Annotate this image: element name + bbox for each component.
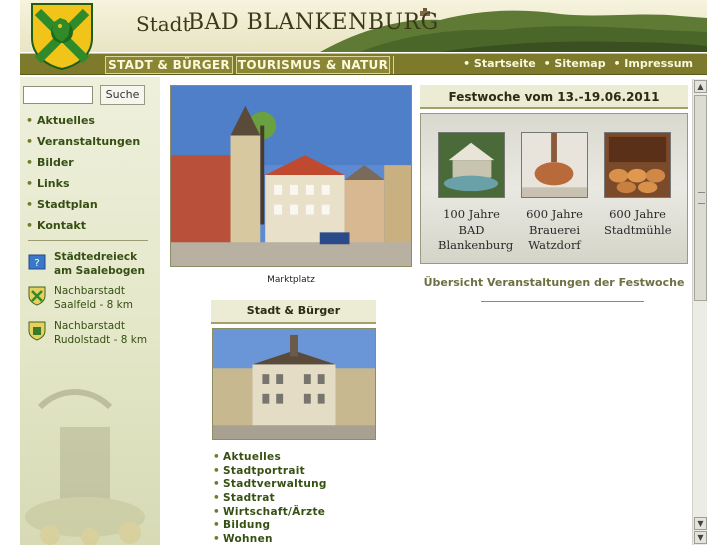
crest-icon [28,286,46,306]
festwoche-banner[interactable]: 100 Jahre BAD Blankenburg 600 Jahre Brauere… [420,113,688,264]
scroll-up-arrow-icon[interactable]: ▲ [694,80,707,93]
brew-kettle-image [521,132,588,198]
sidebar-item-label: Aktuelles [37,114,95,127]
submenu-item-label: Stadtportrait [223,464,305,477]
site-header: Stadt BAD BLANKENBURG [20,0,707,52]
link-line-1: Nachbarstadt [54,285,125,297]
fw-line-2: BAD [458,222,485,237]
submenu-item-label: Stadtverwaltung [223,478,327,491]
map-icon: ? [28,254,46,270]
header-title: BAD BLANKENBURG [188,10,439,35]
scroll-grip-icon [698,192,705,204]
top-links: • Startseite • Sitemap • Impressum [459,57,693,70]
saalfeld-link[interactable]: Nachbarstadt Saalfeld - 8 km [28,284,158,314]
sidebar-item-label: Stadtplan [37,198,98,211]
bullet: • [26,177,34,190]
submenu-item-label: Bildung [223,519,271,532]
submenu-item-stadtportrait[interactable]: • Stadtportrait [213,465,327,479]
nav-separator [393,56,395,74]
scroll-down-arrow-icon[interactable]: ▼ [694,531,707,544]
fw-line-2: Stadtmühle [604,222,672,237]
sidebar-divider [28,240,148,241]
nav-tab-tourismus-natur[interactable]: TOURISMUS & NATUR [236,56,390,74]
right-divider [481,301,644,302]
coat-of-arms-logo[interactable] [30,2,94,70]
bullet: • [26,219,34,232]
scroll-down-arrow-icon[interactable]: ▼ [694,517,707,530]
section-title-stadt-buerger: Stadt & Bürger [211,300,376,324]
fountain-pavilion-image [438,132,505,198]
startseite-link[interactable]: • Startseite [463,57,536,70]
submenu-item-label: Wohnen [223,533,273,545]
svg-text:?: ? [34,258,39,269]
sidebar-item-label: Kontakt [37,219,87,232]
scroll-thumb[interactable] [694,95,707,301]
submenu-item-stadtverwaltung[interactable]: • Stadtverwaltung [213,478,327,492]
submenu-item-label: Aktuelles [223,451,282,463]
left-sidebar: Suche • Aktuelles • Veranstaltungen • Bilde… [20,77,160,545]
sidebar-item-label: Veranstaltungen [37,135,141,148]
submenu-item-label: Wirtschaft/Ärzte [223,505,326,518]
stadt-buerger-submenu: • Aktuelles • Stadtportrait • Stadtverwaltu… [213,451,327,545]
bullet: • [213,464,221,477]
bullet: • [213,519,221,532]
festwoche-item-stadt: 100 Jahre BAD Blankenburg [438,132,514,254]
bullet: • [26,135,34,148]
sidebar-item-label: Bilder [37,156,74,169]
staedtedreieck-link[interactable]: ? Städtedreieck am Saalebogen [28,250,158,280]
search-button[interactable]: Suche [100,85,145,105]
sidebar-item-veranstaltungen[interactable]: • Veranstaltungen [26,134,140,155]
fountain-background-image [25,389,145,545]
bullet: • [213,451,221,463]
sidebar-item-label: Links [37,177,70,190]
link-line-2: Saalfeld - 8 km [54,299,133,311]
submenu-item-bildung[interactable]: • Bildung [213,519,327,533]
bullet: • [213,492,221,505]
page-scrollbar[interactable]: ▲ ▼ ▼ [692,79,707,545]
fw-line-1: 100 Jahre [443,207,500,221]
submenu-item-wirtschaft-aerzte[interactable]: • Wirtschaft/Ärzte [213,506,327,520]
bullet: • [213,505,221,518]
impressum-link[interactable]: • Impressum [613,57,693,70]
link-line-2: Rudolstadt - 8 km [54,334,148,346]
photo-caption: Marktplatz [267,275,315,285]
bullet: • [26,156,34,169]
bread-loaves-image [604,132,671,198]
fw-line-2: Brauerei [529,222,580,237]
fw-line-1: 600 Jahre [609,207,666,221]
festwoche-title: Festwoche vom 13.-19.06.2011 [420,85,688,109]
sitemap-link[interactable]: • Sitemap [544,57,606,70]
submenu-item-stadtrat[interactable]: • Stadtrat [213,492,327,506]
bullet: • [26,198,34,211]
fw-line-3: Watzdorf [528,238,581,252]
bullet: • [213,533,221,545]
link-line-2: am Saalebogen [54,265,145,277]
main-navigation: STADT & BÜRGER TOURISMUS & NATUR • Start… [20,53,707,75]
rathaus-photo[interactable] [212,328,376,440]
fw-line-1: 600 Jahre [526,207,583,221]
festwoche-item-stadtmuehle: 600 Jahre Stadtmühle [604,132,672,238]
sidebar-item-links[interactable]: • Links [26,176,140,197]
rudolstadt-link[interactable]: Nachbarstadt Rudolstadt - 8 km [28,319,158,349]
submenu-item-aktuelles[interactable]: • Aktuelles [213,451,327,465]
search-input[interactable] [23,86,93,104]
festwoche-item-brauerei: 600 Jahre Brauerei Watzdorf [521,132,588,254]
crest-icon [28,321,46,341]
sidebar-item-stadtplan[interactable]: • Stadtplan [26,197,140,218]
nav-tab-stadt-buerger[interactable]: STADT & BÜRGER [105,56,233,74]
header-title-prefix: Stadt [136,12,191,36]
festwoche-overview-link[interactable]: Übersicht Veranstaltungen der Festwoche [420,276,688,289]
submenu-item-label: Stadtrat [223,492,275,505]
fw-line-3: Blankenburg [438,238,514,252]
sidebar-item-kontakt[interactable]: • Kontakt [26,218,140,239]
link-line-1: Nachbarstadt [54,320,125,332]
submenu-item-wohnen[interactable]: • Wohnen [213,533,327,545]
marktplatz-photo[interactable] [170,85,412,267]
sidebar-item-bilder[interactable]: • Bilder [26,155,140,176]
bullet: • [213,478,221,491]
sidebar-item-aktuelles[interactable]: • Aktuelles [26,113,140,134]
link-line-1: Städtedreieck [54,251,138,263]
bullet: • [26,114,34,127]
sidebar-menu: • Aktuelles • Veranstaltungen • Bilder • Lin… [26,113,140,239]
